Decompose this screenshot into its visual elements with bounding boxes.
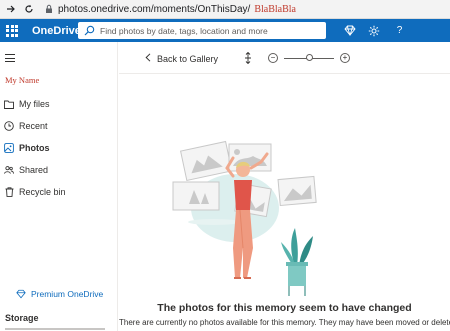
sidebar-item-shared[interactable]: Shared	[0, 160, 118, 180]
empty-state-message: There are currently no photos available …	[119, 318, 450, 327]
sidebar-item-recent[interactable]: Recent	[0, 116, 118, 136]
help-icon[interactable]: ?	[393, 24, 406, 37]
storage-heading: Storage	[5, 313, 39, 323]
sidebar-item-recycle-bin[interactable]: Recycle bin	[0, 182, 118, 202]
sidebar: My Name My files Recent Photos Shared Re…	[0, 42, 118, 331]
url-text: photos.onedrive.com/moments/OnThisDay/	[58, 3, 251, 15]
sidebar-item-label: Recycle bin	[19, 187, 66, 197]
chevron-left-icon	[145, 53, 151, 64]
search-input[interactable]	[100, 25, 320, 36]
sidebar-item-my-files[interactable]: My files	[0, 94, 118, 114]
sidebar-item-label: Shared	[19, 165, 49, 175]
gear-icon[interactable]	[367, 24, 380, 37]
sidebar-item-label: My files	[19, 99, 50, 109]
fit-height-icon[interactable]	[243, 52, 253, 64]
zoom-slider-thumb[interactable]	[305, 54, 313, 61]
app-header: OneDrive ?	[0, 19, 450, 42]
storage-bar	[5, 328, 105, 330]
sidebar-item-label: Photos	[19, 143, 50, 153]
url-field[interactable]: photos.onedrive.com/moments/OnThisDay/ B…	[44, 4, 296, 15]
image-icon	[4, 143, 14, 153]
premium-label: Premium OneDrive	[31, 289, 104, 299]
premium-link[interactable]: Premium OneDrive	[16, 289, 103, 299]
forward-arrow-icon[interactable]	[4, 2, 18, 16]
toolbar: Back to Gallery − +	[119, 50, 450, 70]
lock-icon	[46, 4, 52, 13]
clock-icon	[4, 121, 14, 131]
main-content: Back to Gallery − + The photos for this …	[119, 42, 450, 331]
browser-address-bar: photos.onedrive.com/moments/OnThisDay/ B…	[0, 0, 450, 19]
user-name: My Name	[5, 75, 40, 85]
app-title[interactable]: OneDrive	[32, 25, 81, 37]
zoom-out-button[interactable]: −	[268, 53, 278, 63]
zoom-slider[interactable]	[284, 53, 334, 63]
back-label: Back to Gallery	[157, 53, 219, 64]
diamond-icon	[16, 289, 26, 299]
sidebar-item-photos[interactable]: Photos	[0, 138, 118, 158]
app-launcher-icon[interactable]	[5, 24, 19, 38]
search-icon	[84, 25, 95, 36]
back-to-gallery-button[interactable]: Back to Gallery	[145, 53, 218, 64]
sidebar-item-label: Recent	[19, 121, 48, 131]
folder-icon	[4, 99, 14, 109]
help-label: ?	[396, 25, 403, 36]
menu-icon[interactable]	[5, 54, 15, 62]
search-box[interactable]	[78, 22, 326, 39]
people-icon	[4, 165, 14, 175]
trash-icon	[4, 187, 14, 197]
empty-state-illustration	[172, 140, 317, 296]
empty-state-title: The photos for this memory seem to have …	[157, 302, 412, 314]
url-suffix: BlaBlaBla	[254, 3, 296, 15]
diamond-icon[interactable]	[343, 24, 356, 37]
reload-icon[interactable]	[22, 2, 36, 16]
zoom-control: − +	[243, 52, 350, 64]
toolbar-divider	[119, 73, 450, 74]
zoom-in-button[interactable]: +	[340, 53, 350, 63]
